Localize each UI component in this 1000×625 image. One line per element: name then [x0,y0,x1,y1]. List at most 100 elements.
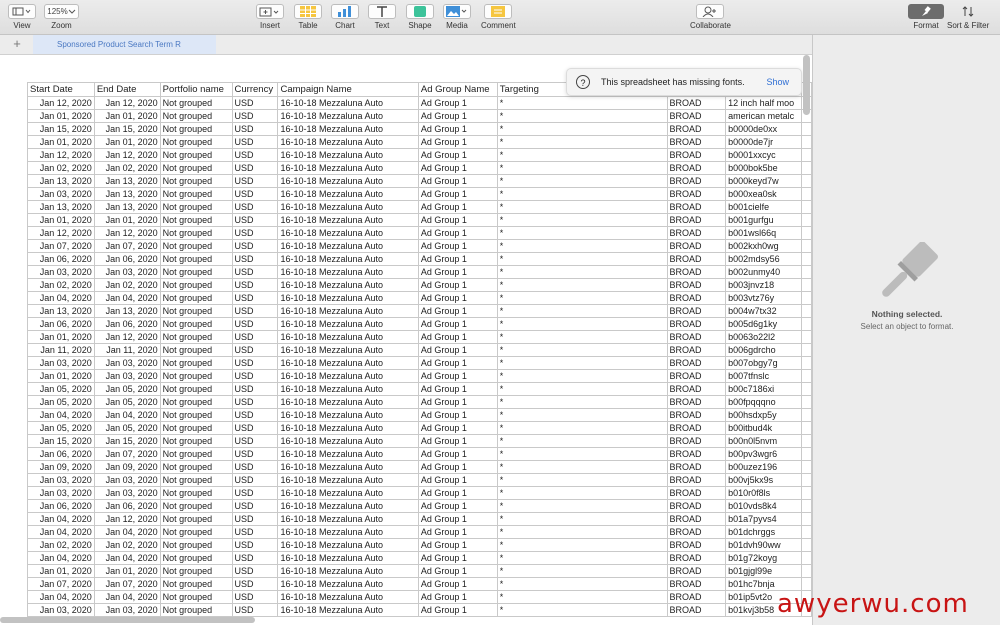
match-type-cell[interactable]: BROAD [666,278,727,292]
comment-button[interactable]: Comment [481,4,516,30]
ad-group-cell[interactable]: Ad Group 1 [417,122,498,136]
start-date-cell[interactable]: Jan 04, 2020 [27,551,95,565]
portfolio-cell[interactable]: Not grouped [159,174,233,188]
currency-cell[interactable]: USD [231,148,279,162]
targeting-cell[interactable]: * [496,460,668,474]
campaign-cell[interactable]: 16-10-18 Mezzaluna Auto [277,135,419,149]
portfolio-cell[interactable]: Not grouped [159,421,233,435]
currency-cell[interactable]: USD [231,421,279,435]
portfolio-cell[interactable]: Not grouped [159,486,233,500]
search-term-cell[interactable]: b003vtz76y [725,291,803,305]
match-type-cell[interactable]: BROAD [666,447,727,461]
targeting-cell[interactable]: * [496,291,668,305]
currency-cell[interactable]: USD [231,395,279,409]
targeting-cell[interactable]: * [496,161,668,175]
start-date-cell[interactable]: Jan 05, 2020 [27,421,95,435]
targeting-cell[interactable]: * [496,551,668,565]
ad-group-cell[interactable]: Ad Group 1 [417,109,498,123]
currency-cell[interactable]: USD [231,499,279,513]
match-type-cell[interactable]: BROAD [666,213,727,227]
column-header[interactable]: Currency [231,82,279,97]
portfolio-cell[interactable]: Not grouped [159,109,233,123]
match-type-cell[interactable]: BROAD [666,473,727,487]
campaign-cell[interactable]: 16-10-18 Mezzaluna Auto [277,265,419,279]
campaign-cell[interactable]: 16-10-18 Mezzaluna Auto [277,369,419,383]
start-date-cell[interactable]: Jan 04, 2020 [27,291,95,305]
campaign-cell[interactable]: 16-10-18 Mezzaluna Auto [277,564,419,578]
portfolio-cell[interactable]: Not grouped [159,239,233,253]
table-button[interactable]: Table [294,4,322,30]
match-type-cell[interactable]: BROAD [666,590,727,604]
campaign-cell[interactable]: 16-10-18 Mezzaluna Auto [277,148,419,162]
targeting-cell[interactable]: * [496,369,668,383]
end-date-cell[interactable]: Jan 15, 2020 [93,434,161,448]
campaign-cell[interactable]: 16-10-18 Mezzaluna Auto [277,382,419,396]
ad-group-cell[interactable]: Ad Group 1 [417,265,498,279]
portfolio-cell[interactable]: Not grouped [159,161,233,175]
currency-cell[interactable]: USD [231,473,279,487]
search-term-cell[interactable]: b00c7186xi [725,382,803,396]
start-date-cell[interactable]: Jan 12, 2020 [27,226,95,240]
start-date-cell[interactable]: Jan 13, 2020 [27,200,95,214]
empty-cell[interactable] [801,278,812,292]
match-type-cell[interactable]: BROAD [666,525,727,539]
ad-group-cell[interactable]: Ad Group 1 [417,499,498,513]
match-type-cell[interactable]: BROAD [666,291,727,305]
campaign-cell[interactable]: 16-10-18 Mezzaluna Auto [277,317,419,331]
end-date-cell[interactable]: Jan 01, 2020 [93,213,161,227]
start-date-cell[interactable]: Jan 12, 2020 [27,148,95,162]
end-date-cell[interactable]: Jan 04, 2020 [93,525,161,539]
campaign-cell[interactable]: 16-10-18 Mezzaluna Auto [277,525,419,539]
empty-cell[interactable] [801,187,812,201]
start-date-cell[interactable]: Jan 02, 2020 [27,538,95,552]
start-date-cell[interactable]: Jan 04, 2020 [27,590,95,604]
match-type-cell[interactable]: BROAD [666,577,727,591]
match-type-cell[interactable]: BROAD [666,421,727,435]
start-date-cell[interactable]: Jan 01, 2020 [27,564,95,578]
end-date-cell[interactable]: Jan 04, 2020 [93,408,161,422]
end-date-cell[interactable]: Jan 13, 2020 [93,174,161,188]
end-date-cell[interactable]: Jan 07, 2020 [93,447,161,461]
column-header[interactable]: Campaign Name [277,82,419,97]
currency-cell[interactable]: USD [231,109,279,123]
empty-cell[interactable] [801,382,812,396]
campaign-cell[interactable]: 16-10-18 Mezzaluna Auto [277,187,419,201]
targeting-cell[interactable]: * [496,96,668,110]
campaign-cell[interactable]: 16-10-18 Mezzaluna Auto [277,122,419,136]
text-icon[interactable] [368,4,396,19]
search-term-cell[interactable]: b010vds8k4 [725,499,803,513]
targeting-cell[interactable]: * [496,304,668,318]
campaign-cell[interactable]: 16-10-18 Mezzaluna Auto [277,239,419,253]
ad-group-cell[interactable]: Ad Group 1 [417,382,498,396]
ad-group-cell[interactable]: Ad Group 1 [417,434,498,448]
empty-cell[interactable] [801,174,812,188]
targeting-cell[interactable]: * [496,577,668,591]
targeting-cell[interactable]: * [496,109,668,123]
campaign-cell[interactable]: 16-10-18 Mezzaluna Auto [277,434,419,448]
start-date-cell[interactable]: Jan 03, 2020 [27,356,95,370]
ad-group-cell[interactable]: Ad Group 1 [417,226,498,240]
campaign-cell[interactable]: 16-10-18 Mezzaluna Auto [277,551,419,565]
targeting-cell[interactable]: * [496,239,668,253]
empty-cell[interactable] [801,148,812,162]
match-type-cell[interactable]: BROAD [666,343,727,357]
match-type-cell[interactable]: BROAD [666,551,727,565]
column-header[interactable]: End Date [93,82,161,97]
search-term-cell[interactable]: b000xea0sk [725,187,803,201]
start-date-cell[interactable]: Jan 11, 2020 [27,343,95,357]
targeting-cell[interactable]: * [496,330,668,344]
campaign-cell[interactable]: 16-10-18 Mezzaluna Auto [277,174,419,188]
search-term-cell[interactable]: b002mdsy56 [725,252,803,266]
portfolio-cell[interactable]: Not grouped [159,538,233,552]
end-date-cell[interactable]: Jan 04, 2020 [93,551,161,565]
currency-cell[interactable]: USD [231,382,279,396]
portfolio-cell[interactable]: Not grouped [159,499,233,513]
chart-icon[interactable] [331,4,359,19]
ad-group-cell[interactable]: Ad Group 1 [417,317,498,331]
empty-cell[interactable] [801,551,812,565]
campaign-cell[interactable]: 16-10-18 Mezzaluna Auto [277,421,419,435]
currency-cell[interactable]: USD [231,213,279,227]
search-term-cell[interactable]: b001cielfe [725,200,803,214]
end-date-cell[interactable]: Jan 13, 2020 [93,304,161,318]
start-date-cell[interactable]: Jan 06, 2020 [27,317,95,331]
